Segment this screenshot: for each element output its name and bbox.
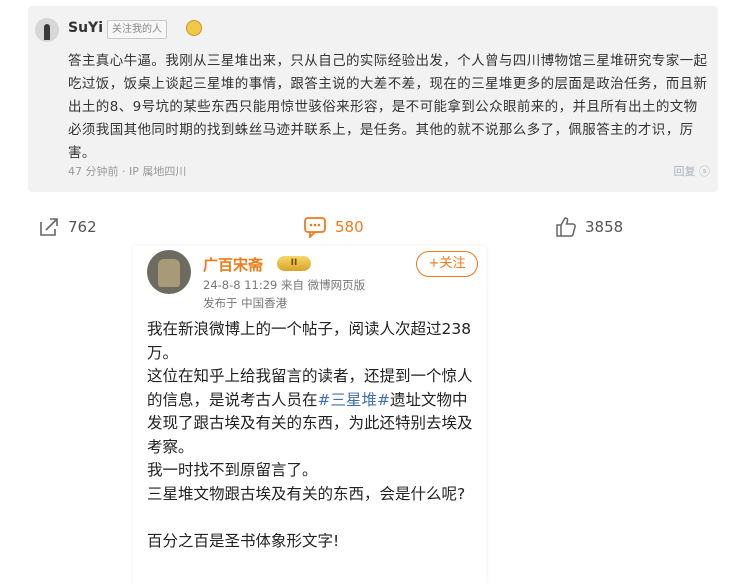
weibo-post-text: 我在新浪微博上的一个帖子，阅读人次超过238万。 这位在知乎上给我留言的读者，还… [147, 318, 477, 553]
post-location: 发布于 中国香港 [203, 296, 288, 310]
comment-button[interactable]: 580 [303, 212, 364, 242]
comment-time: 47 分钟前 [68, 165, 119, 178]
post-paragraph: 我在新浪微博上的一个帖子，阅读人次超过238万。 [147, 320, 472, 362]
post-time-source: 24-8-8 11:29 来自 微博网页版 [203, 278, 366, 292]
commenter-username[interactable]: SuYi [68, 20, 103, 36]
comment-ip: IP 属地四川 [129, 165, 187, 178]
comment-meta: 47 分钟前 · IP 属地四川 [68, 165, 187, 178]
post-paragraph: 百分之百是圣书体象形文字! [147, 531, 340, 550]
post-paragraph: 我一时找不到原留言了。 [147, 461, 318, 479]
share-icon [40, 218, 58, 236]
comment-body: 答主真心牛逼。我刚从三星堆出来，只从自己的实际经验出发，个人曾与四川博物馆三星堆… [68, 53, 708, 161]
share-button[interactable]: 762 [38, 212, 97, 242]
comment-count: 580 [335, 218, 364, 236]
post-paragraph: 三星堆文物跟古埃及有关的东西，会是什么呢? [147, 484, 466, 503]
action-bar: 762 580 3858 [0, 212, 742, 244]
commenter-avatar[interactable] [35, 18, 59, 42]
post-paragraph: 这位在知乎上给我留言的读者，还提到一个惊人的信息，是说考古人员在#三星堆#遗址文… [147, 367, 473, 456]
weibo-author-avatar[interactable] [147, 250, 191, 294]
hashtag-link[interactable]: #三星堆# [318, 391, 390, 409]
like-count: 3858 [585, 218, 624, 236]
badge-icon [186, 20, 202, 36]
weibo-post-card: 广百宋斋 II +关注 24-8-8 11:29 来自 微博网页版 发布于 中国… [133, 246, 486, 585]
comment-card: SuYi 关注我的人 答主真心牛逼。我刚从三星堆出来，只从自己的实际经验出发，个… [28, 6, 718, 192]
follow-button[interactable]: +关注 [416, 251, 478, 277]
vip-badge-icon: II [277, 256, 311, 271]
like-button[interactable]: 3858 [555, 212, 623, 242]
follows-me-tag: 关注我的人 [107, 20, 167, 39]
reply-watermark: 回复 ⓢ [673, 165, 711, 178]
weibo-author-name[interactable]: 广百宋斋 [203, 254, 263, 275]
thumbs-up-icon [556, 217, 576, 237]
comment-icon [304, 217, 326, 238]
share-count: 762 [68, 218, 97, 236]
